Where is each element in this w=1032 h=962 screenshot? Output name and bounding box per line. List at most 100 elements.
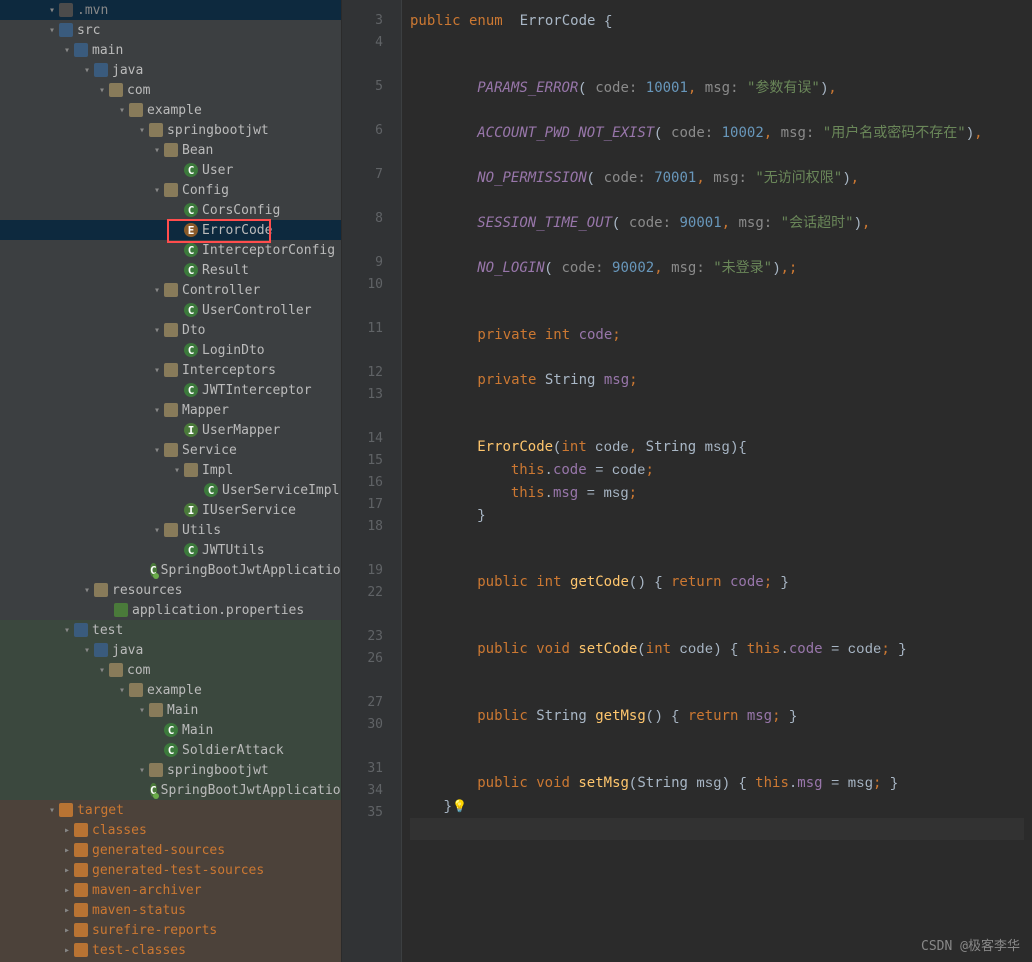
tree-node[interactable]: ▾Controller — [0, 280, 341, 300]
line-number: 31 — [342, 758, 383, 780]
tree-node[interactable]: ▾Dto — [0, 320, 341, 340]
expand-icon[interactable]: ▾ — [150, 145, 164, 156]
expand-icon[interactable]: ▸ — [60, 905, 74, 916]
tree-node[interactable]: ▾Bean — [0, 140, 341, 160]
project-tree[interactable]: ▾.mvn▾src▾main▾java▾com▾example▾springbo… — [0, 0, 342, 962]
expand-icon[interactable]: ▾ — [80, 645, 94, 656]
tree-label: src — [77, 23, 100, 38]
tree-node[interactable]: ▾main — [0, 40, 341, 60]
expand-icon[interactable]: ▾ — [45, 805, 59, 816]
tree-node[interactable]: ▸surefire-reports — [0, 920, 341, 940]
tree-node[interactable]: ▸generated-test-sources — [0, 860, 341, 880]
c-icon: C — [184, 263, 198, 277]
tree-node[interactable]: IIUserService — [0, 500, 341, 520]
tree-node[interactable]: ▾ Utils — [0, 520, 341, 540]
fld-gr-icon — [59, 3, 73, 17]
expand-icon[interactable]: ▾ — [95, 85, 109, 96]
tree-node[interactable]: application.properties — [0, 600, 341, 620]
expand-icon[interactable]: ▾ — [170, 465, 184, 476]
expand-icon[interactable]: ▾ — [135, 125, 149, 136]
tree-node[interactable]: ▾target — [0, 800, 341, 820]
tree-node[interactable]: ▾resources — [0, 580, 341, 600]
tree-node[interactable]: CSpringBootJwtApplication — [0, 560, 341, 580]
line-number — [342, 54, 383, 76]
tree-node[interactable]: CJWTInterceptor — [0, 380, 341, 400]
expand-icon[interactable]: ▾ — [115, 105, 129, 116]
tree-node[interactable]: EErrorCode — [0, 220, 341, 240]
tree-label: SpringBootJwtApplication — [161, 563, 342, 578]
tree-node[interactable]: IUserMapper — [0, 420, 341, 440]
tree-node[interactable]: ▾test — [0, 620, 341, 640]
expand-icon[interactable]: ▾ — [150, 285, 164, 296]
expand-icon[interactable]: ▾ — [150, 405, 164, 416]
tree-node[interactable]: ▾Service — [0, 440, 341, 460]
tree-node[interactable]: ▾springbootjwt — [0, 120, 341, 140]
line-number: 12 — [342, 362, 383, 384]
line-number: 5 — [342, 76, 383, 98]
tree-node[interactable]: ▸maven-status — [0, 900, 341, 920]
expand-icon[interactable]: ▸ — [60, 865, 74, 876]
c-icon: C — [164, 743, 178, 757]
tree-node[interactable]: ▸classes — [0, 820, 341, 840]
tree-node[interactable]: CUserServiceImpl — [0, 480, 341, 500]
expand-icon[interactable]: ▾ — [150, 325, 164, 336]
tree-label: JWTInterceptor — [202, 383, 312, 398]
tree-node[interactable]: ▾com — [0, 80, 341, 100]
tree-label: InterceptorConfig — [202, 243, 335, 258]
tree-node[interactable]: CJWTUtils — [0, 540, 341, 560]
expand-icon[interactable]: ▾ — [45, 5, 59, 16]
tree-node[interactable]: CUserController — [0, 300, 341, 320]
tree-node[interactable]: ▾ java — [0, 640, 341, 660]
expand-icon[interactable]: ▾ — [150, 185, 164, 196]
expand-icon[interactable]: ▾ — [135, 765, 149, 776]
tree-node[interactable]: CInterceptorConfig — [0, 240, 341, 260]
tree-node[interactable]: CMain — [0, 720, 341, 740]
expand-icon[interactable]: ▸ — [60, 825, 74, 836]
expand-icon[interactable]: ▸ — [60, 925, 74, 936]
tree-node[interactable]: ▾Mapper — [0, 400, 341, 420]
tree-node[interactable]: CSoldierAttack — [0, 740, 341, 760]
c-icon: C — [184, 543, 198, 557]
tree-label: java — [112, 643, 143, 658]
tree-node[interactable]: CLoginDto — [0, 340, 341, 360]
tree-node[interactable]: ▸maven-archiver — [0, 880, 341, 900]
code-area[interactable]: public enum ErrorCode { PARAMS_ERROR( co… — [402, 0, 1032, 962]
tree-node[interactable]: CResult — [0, 260, 341, 280]
tree-node[interactable]: CCorsConfig — [0, 200, 341, 220]
tree-node[interactable]: ▾Config — [0, 180, 341, 200]
tree-node[interactable]: ▸generated-sources — [0, 840, 341, 860]
expand-icon[interactable]: ▾ — [135, 705, 149, 716]
fld-or-icon — [74, 903, 88, 917]
tree-node[interactable]: CUser — [0, 160, 341, 180]
fld-or-icon — [74, 843, 88, 857]
tree-node[interactable]: ▾Interceptors — [0, 360, 341, 380]
line-number: 14 — [342, 428, 383, 450]
expand-icon[interactable]: ▾ — [60, 45, 74, 56]
tree-label: Utils — [182, 523, 221, 538]
expand-icon[interactable]: ▾ — [150, 365, 164, 376]
tree-node[interactable]: ▾springbootjwt — [0, 760, 341, 780]
expand-icon[interactable]: ▾ — [115, 685, 129, 696]
expand-icon[interactable]: ▾ — [150, 445, 164, 456]
expand-icon[interactable]: ▾ — [45, 25, 59, 36]
expand-icon[interactable]: ▾ — [80, 65, 94, 76]
tree-node[interactable]: ▾.mvn — [0, 0, 341, 20]
tree-node[interactable]: ▾Main — [0, 700, 341, 720]
c-icon: C — [164, 723, 178, 737]
tree-node[interactable]: ▾ src — [0, 20, 341, 40]
expand-icon[interactable]: ▾ — [150, 525, 164, 536]
tree-node[interactable]: ▾example — [0, 680, 341, 700]
tree-node[interactable]: CSpringBootJwtApplicationTe — [0, 780, 341, 800]
line-number: 27 — [342, 692, 383, 714]
tree-node[interactable]: ▾java — [0, 60, 341, 80]
expand-icon[interactable]: ▸ — [60, 845, 74, 856]
expand-icon[interactable]: ▾ — [60, 625, 74, 636]
expand-icon[interactable]: ▾ — [80, 585, 94, 596]
expand-icon[interactable]: ▸ — [60, 885, 74, 896]
tree-node[interactable]: ▾example — [0, 100, 341, 120]
tree-node[interactable]: ▾com — [0, 660, 341, 680]
tree-node[interactable]: ▾Impl — [0, 460, 341, 480]
expand-icon[interactable]: ▸ — [60, 945, 74, 956]
tree-node[interactable]: ▸test-classes — [0, 940, 341, 960]
expand-icon[interactable]: ▾ — [95, 665, 109, 676]
